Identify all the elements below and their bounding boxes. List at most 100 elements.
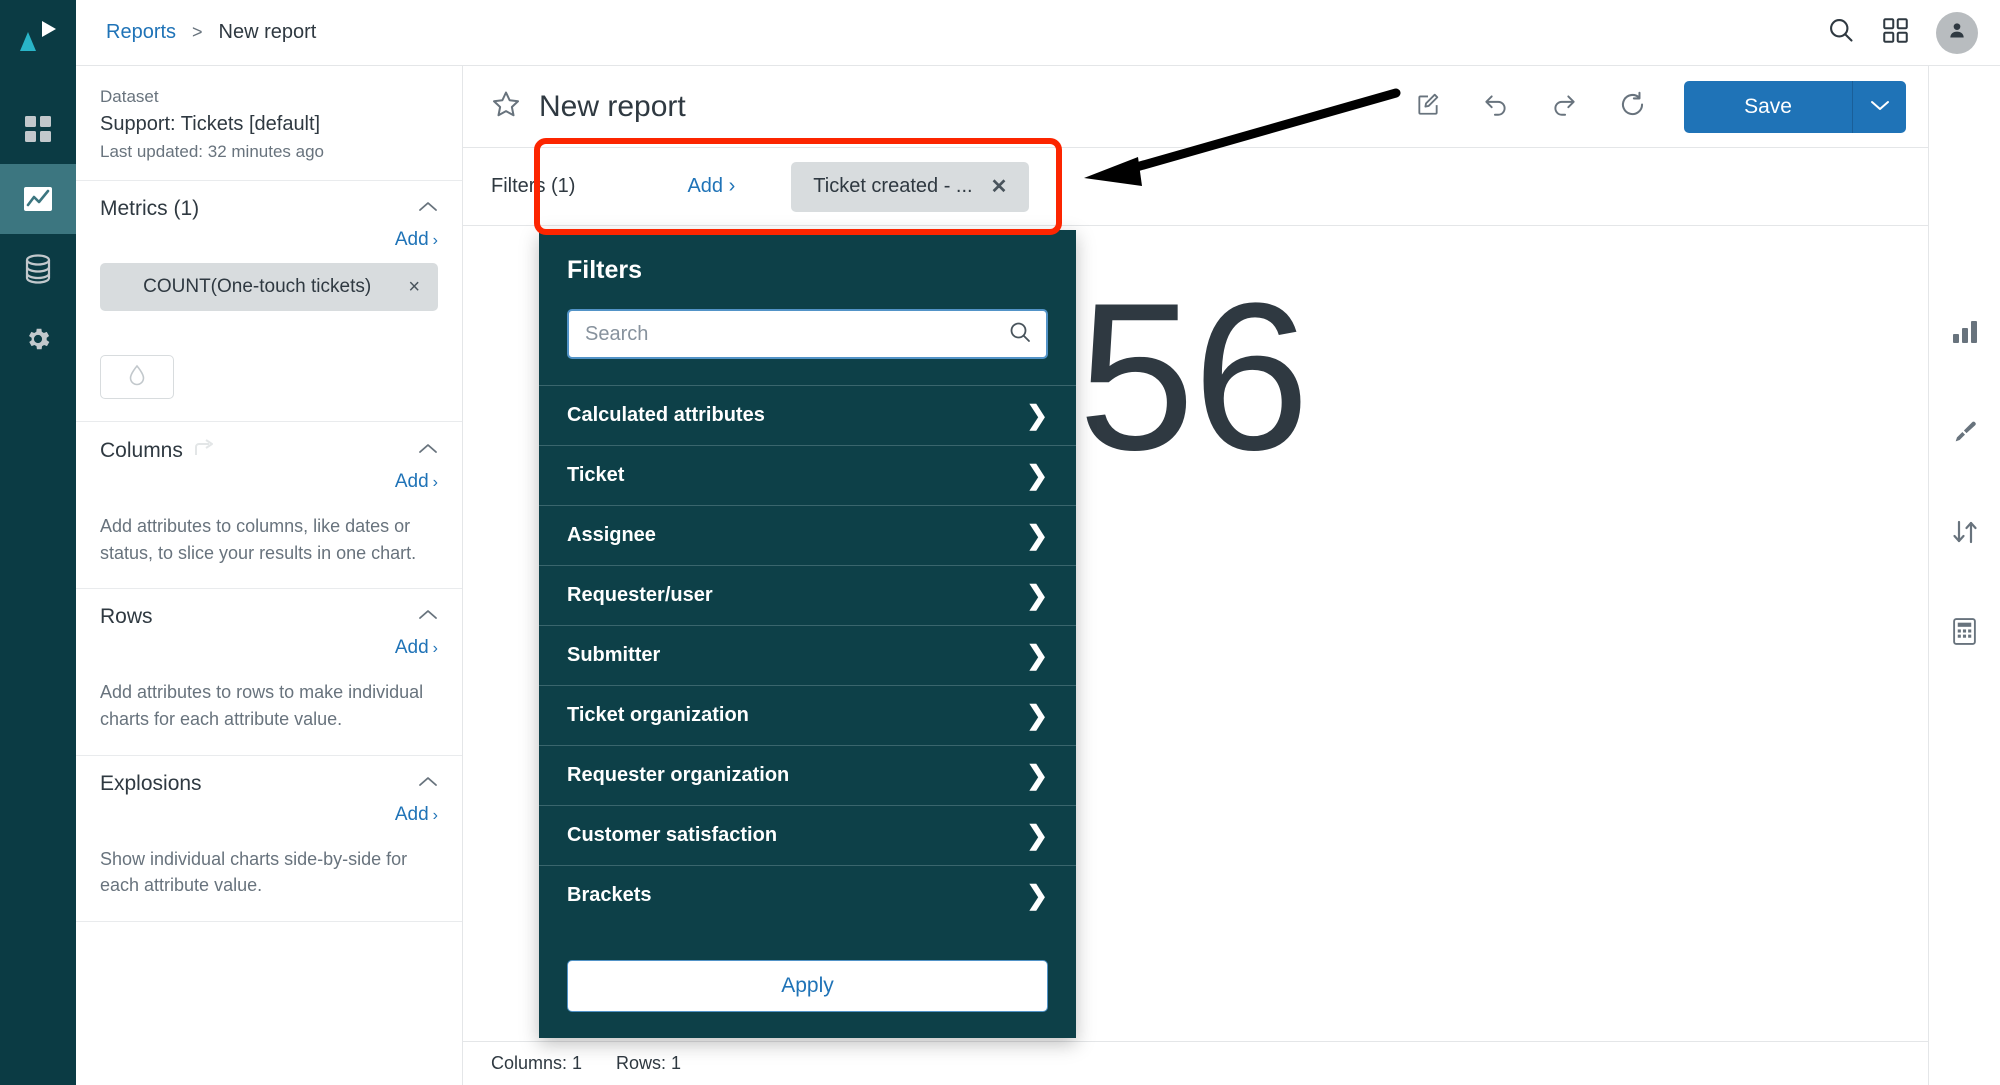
search-icon[interactable]	[1008, 320, 1032, 349]
filter-category-label: Brackets	[567, 884, 652, 906]
dataset-label: Dataset	[100, 87, 159, 106]
metric-format-button[interactable]	[100, 355, 174, 399]
search-button[interactable]	[1814, 6, 1868, 60]
avatar[interactable]	[1936, 11, 1978, 54]
section-rows-add[interactable]: Add ›	[100, 637, 438, 659]
section-explosions-description: Show individual charts side-by-side for …	[100, 848, 408, 896]
sidebar-item-settings[interactable]	[0, 304, 76, 374]
redo-icon	[1550, 91, 1578, 122]
filter-category-label: Assignee	[567, 524, 656, 546]
section-columns-title: Columns	[100, 438, 183, 462]
edit-note-button[interactable]	[1402, 81, 1454, 133]
dashboards-icon	[24, 115, 52, 143]
save-options-button[interactable]	[1852, 80, 1906, 133]
filter-category-customer-satisfaction[interactable]: Customer satisfaction ❯	[539, 805, 1076, 865]
chevron-right-icon: ❯	[1026, 820, 1048, 850]
apply-button[interactable]: Apply	[567, 960, 1048, 1012]
filters-apply-wrap: Apply	[539, 940, 1076, 1038]
calculations-button[interactable]	[1929, 584, 2000, 684]
sort-button[interactable]	[1929, 484, 2000, 584]
report-config-panel: Dataset Support: Tickets [default] Last …	[76, 66, 463, 1085]
filters-search-wrap	[539, 285, 1076, 385]
filter-category-brackets[interactable]: Brackets ❯	[539, 865, 1076, 925]
filter-chip[interactable]: Ticket created - ... ✕	[791, 161, 1030, 212]
filter-category-assignee[interactable]: Assignee ❯	[539, 505, 1076, 565]
top-bar: Reports > New report	[76, 0, 2000, 66]
page-title: New report	[539, 89, 686, 123]
reports-chart-icon	[23, 184, 53, 214]
search-input[interactable]	[585, 322, 1008, 346]
chevron-up-icon[interactable]	[418, 442, 438, 460]
section-explosions: Explosions Add › Show individual charts s…	[76, 756, 462, 922]
styling-button[interactable]	[1929, 384, 2000, 484]
paintbrush-icon	[1952, 419, 1978, 450]
undo-icon	[1482, 91, 1510, 122]
filter-category-calculated-attributes[interactable]: Calculated attributes ❯	[539, 385, 1076, 445]
datasets-database-icon	[24, 254, 52, 284]
chevron-right-icon: ❯	[1026, 760, 1048, 790]
chevron-up-icon[interactable]	[418, 775, 438, 793]
filter-category-requester-organization[interactable]: Requester organization ❯	[539, 745, 1076, 805]
chart-type-button[interactable]	[1929, 284, 2000, 384]
user-avatar-icon	[1947, 20, 1967, 45]
chevron-right-icon: ❯	[1026, 400, 1048, 430]
report-toolbar: New report Save	[463, 66, 1928, 148]
section-explosions-add[interactable]: Add ›	[100, 804, 438, 826]
add-column-link: Add ›	[394, 471, 438, 492]
section-metrics-header[interactable]: Metrics (1)	[100, 197, 438, 221]
dataset-name: Support: Tickets [default]	[100, 112, 321, 135]
add-explosion-link: Add ›	[394, 803, 438, 825]
section-columns: Columns Add › Add attributes to columns,…	[76, 422, 462, 590]
sidebar-item-datasets[interactable]	[0, 234, 76, 304]
filter-category-ticket[interactable]: Ticket ❯	[539, 445, 1076, 505]
section-metrics-add[interactable]: Add ›	[100, 229, 438, 251]
filter-category-requester-user[interactable]: Requester/user ❯	[539, 565, 1076, 625]
filter-category-ticket-organization[interactable]: Ticket organization ❯	[539, 685, 1076, 745]
calculator-icon	[1952, 618, 1977, 650]
share-arrow-icon	[193, 438, 215, 463]
filters-flyout-title: Filters	[567, 256, 643, 284]
chevron-right-icon: ❯	[1026, 700, 1048, 730]
filter-category-label: Requester organization	[567, 764, 790, 786]
status-bar: Columns: 1 Rows: 1	[463, 1041, 1928, 1085]
save-group: Save	[1684, 80, 1906, 133]
sidebar-item-reports[interactable]	[0, 164, 76, 234]
filter-category-label: Ticket organization	[567, 704, 749, 726]
refresh-icon	[1619, 91, 1646, 123]
section-columns-add[interactable]: Add ›	[100, 471, 438, 493]
filter-chip-remove-icon[interactable]: ✕	[991, 174, 1008, 199]
section-columns-header[interactable]: Columns	[100, 438, 438, 463]
metric-chip-remove-icon[interactable]: ×	[408, 276, 420, 299]
breadcrumb-reports[interactable]: Reports	[106, 21, 176, 44]
dataset-last-updated: Last updated: 32 minutes ago	[100, 141, 324, 161]
section-rows-description: Add attributes to rows to make individua…	[100, 682, 424, 729]
section-metrics: Metrics (1) Add › COUNT(One-touch tickets…	[76, 181, 462, 422]
add-filter-link[interactable]: Add ›	[687, 175, 735, 198]
chevron-right-icon: ❯	[1026, 880, 1048, 910]
chevron-right-icon: ❯	[1026, 640, 1048, 670]
chevron-up-icon[interactable]	[418, 200, 438, 218]
star-outline-icon[interactable]	[491, 89, 521, 124]
sidebar-item-dashboards[interactable]	[0, 94, 76, 164]
chevron-down-icon	[1870, 98, 1890, 116]
save-button[interactable]: Save	[1684, 80, 1852, 133]
filters-flyout: Filters Calculated attributes ❯	[539, 230, 1076, 1038]
add-row-link: Add ›	[394, 637, 438, 659]
undo-button[interactable]	[1470, 81, 1522, 133]
zendesk-logo-icon	[16, 14, 60, 58]
section-columns-description: Add attributes to columns, like dates or…	[100, 516, 417, 563]
status-columns: Columns: 1	[491, 1053, 583, 1073]
app-root: Reports > New report Dataset Support: Ti…	[0, 0, 2000, 1085]
apps-button[interactable]	[1868, 6, 1922, 60]
metric-chip[interactable]: COUNT(One-touch tickets) ×	[100, 263, 438, 311]
section-explosions-header[interactable]: Explosions	[100, 772, 438, 796]
filter-category-submitter[interactable]: Submitter ❯	[539, 625, 1076, 685]
chevron-up-icon[interactable]	[418, 608, 438, 626]
redo-button[interactable]	[1538, 81, 1590, 133]
filters-search-box[interactable]	[567, 309, 1048, 359]
filters-summary-bar: Filters (1) Add › Ticket created - ... ✕	[463, 148, 1928, 226]
refresh-button[interactable]	[1606, 81, 1658, 133]
section-rows-header[interactable]: Rows	[100, 605, 438, 629]
global-nav-rail	[0, 0, 76, 1085]
chevron-right-icon: ❯	[1026, 520, 1048, 550]
